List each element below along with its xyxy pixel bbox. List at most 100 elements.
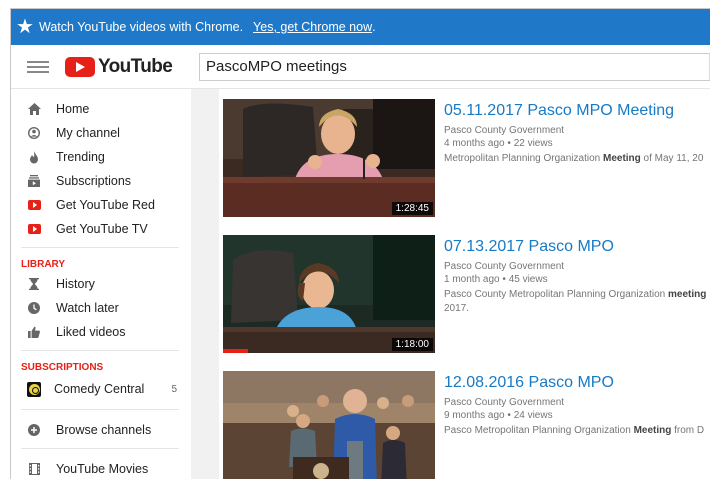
sidebar-item-trending[interactable]: Trending bbox=[11, 145, 191, 169]
sidebar-item-label: Subscriptions bbox=[56, 174, 132, 188]
library-heading: LIBRARY bbox=[21, 258, 66, 270]
sidebar-item-label: YouTube Movies bbox=[56, 462, 149, 476]
banner-period: . bbox=[372, 20, 376, 34]
subscriptions-icon bbox=[27, 174, 41, 188]
video-info: 07.13.2017 Pasco MPO Pasco County Govern… bbox=[444, 237, 710, 316]
video-duration: 1:28:45 bbox=[391, 202, 433, 215]
sidebar-divider bbox=[21, 448, 179, 449]
sidebar-item-label: Liked videos bbox=[56, 325, 126, 339]
sidebar-item-label: Comedy Central bbox=[54, 382, 145, 396]
sidebar-item-subscriptions[interactable]: Subscriptions bbox=[11, 169, 191, 193]
sidebar-item-comedy-central[interactable]: Comedy Central 5 bbox=[11, 375, 191, 403]
sidebar-item-youtube-movies[interactable]: YouTube Movies bbox=[11, 457, 191, 479]
sidebar-divider bbox=[21, 350, 179, 351]
thumbnail-image-meeting-speaker bbox=[223, 99, 435, 217]
meta-separator: • bbox=[502, 274, 506, 285]
guide-sidebar: Home My channel Trending Subscriptions G… bbox=[11, 89, 191, 479]
red-play-icon bbox=[27, 200, 41, 210]
video-thumbnail[interactable]: 1:18:00 bbox=[223, 235, 435, 353]
video-result[interactable]: 1:28:45 05.11.2017 Pasco MPO Meeting Pas… bbox=[223, 99, 710, 217]
subscriptions-heading: SUBSCRIPTIONS bbox=[21, 361, 104, 373]
plus-circle-icon bbox=[27, 423, 41, 437]
youtube-logo[interactable]: YouTube bbox=[65, 55, 173, 78]
sidebar-item-label: Browse channels bbox=[56, 423, 152, 437]
red-play-icon bbox=[27, 224, 41, 234]
video-duration: 1:18:00 bbox=[391, 338, 433, 351]
video-meta: 9 months ago • 24 views bbox=[444, 409, 710, 422]
sidebar-item-youtube-red[interactable]: Get YouTube Red bbox=[11, 193, 191, 217]
browser-frame: ★ Watch YouTube videos with Chrome. Yes,… bbox=[10, 8, 710, 479]
sidebar-item-label: Home bbox=[56, 102, 90, 116]
home-icon bbox=[27, 102, 41, 116]
sidebar-item-my-channel[interactable]: My channel bbox=[11, 121, 191, 145]
view-count: 24 views bbox=[513, 410, 553, 421]
desc-text: from D bbox=[671, 425, 705, 436]
thumbnail-image-public-comment bbox=[223, 371, 435, 479]
desc-highlight: Meeting bbox=[602, 153, 641, 164]
channel-name[interactable]: Pasco County Government bbox=[444, 396, 710, 409]
menu-icon[interactable] bbox=[27, 60, 49, 73]
thumbnail-image-meeting-speaker bbox=[223, 235, 435, 353]
sidebar-item-label: Get YouTube TV bbox=[56, 222, 148, 236]
video-title[interactable]: 07.13.2017 Pasco MPO bbox=[444, 237, 710, 257]
sidebar-item-label: Get YouTube Red bbox=[56, 198, 155, 212]
search-query: PascoMPO meetings bbox=[206, 58, 347, 75]
sidebar-item-youtube-tv[interactable]: Get YouTube TV bbox=[11, 217, 191, 241]
video-title[interactable]: 12.08.2016 Pasco MPO bbox=[444, 373, 710, 393]
search-input[interactable]: PascoMPO meetings bbox=[199, 53, 710, 81]
channel-name[interactable]: Pasco County Government bbox=[444, 124, 710, 137]
chrome-promo-banner: ★ Watch YouTube videos with Chrome. Yes,… bbox=[11, 9, 710, 45]
view-count: 22 views bbox=[513, 138, 553, 149]
flame-icon bbox=[27, 150, 41, 164]
desc-text: Pasco County Metropolitan Planning Organ… bbox=[444, 289, 669, 300]
video-result[interactable]: 12.08.2016 Pasco MPO Pasco County Govern… bbox=[223, 371, 710, 479]
banner-message: Watch YouTube videos with Chrome. bbox=[39, 20, 244, 34]
masthead: YouTube PascoMPO meetings bbox=[11, 45, 710, 89]
star-icon: ★ bbox=[16, 16, 34, 38]
comedy-central-icon bbox=[27, 381, 41, 397]
youtube-play-icon bbox=[65, 56, 95, 77]
sidebar-item-history[interactable]: History bbox=[11, 272, 191, 296]
new-video-count: 5 bbox=[171, 383, 177, 395]
sidebar-item-browse-channels[interactable]: Browse channels bbox=[11, 418, 191, 442]
search-divider bbox=[709, 54, 710, 80]
video-result[interactable]: 1:18:00 07.13.2017 Pasco MPO Pasco Count… bbox=[223, 235, 710, 353]
video-description: Metropolitan Planning Organization Meeti… bbox=[444, 152, 710, 166]
meta-separator: • bbox=[507, 138, 511, 149]
desc-text: Metropolitan Planning Organization bbox=[444, 153, 603, 164]
desc-text: Pasco Metropolitan Planning Organization bbox=[444, 425, 634, 436]
video-thumbnail[interactable] bbox=[223, 371, 435, 479]
thumbs-up-icon bbox=[27, 325, 41, 339]
sidebar-divider bbox=[21, 409, 179, 410]
video-description: Pasco Metropolitan Planning Organization… bbox=[444, 424, 710, 438]
clock-icon bbox=[27, 301, 41, 315]
hourglass-icon bbox=[27, 277, 41, 291]
sidebar-divider bbox=[21, 247, 179, 248]
film-icon bbox=[27, 462, 41, 476]
desc-text: of May 11, 20 bbox=[640, 153, 704, 164]
search-results: 1:28:45 05.11.2017 Pasco MPO Meeting Pas… bbox=[219, 89, 710, 479]
get-chrome-link[interactable]: Yes, get Chrome now bbox=[253, 20, 372, 34]
video-meta: 4 months ago • 22 views bbox=[444, 137, 710, 150]
sidebar-item-label: Trending bbox=[56, 150, 105, 164]
video-info: 12.08.2016 Pasco MPO Pasco County Govern… bbox=[444, 373, 710, 438]
desc-text: 2017. bbox=[444, 303, 470, 314]
watch-progress-bar bbox=[223, 349, 249, 353]
upload-age: 9 months ago bbox=[444, 410, 505, 421]
sidebar-item-liked-videos[interactable]: Liked videos bbox=[11, 320, 191, 344]
video-title[interactable]: 05.11.2017 Pasco MPO Meeting bbox=[444, 101, 710, 121]
view-count: 45 views bbox=[508, 274, 548, 285]
person-icon bbox=[27, 126, 41, 140]
logo-wordmark: YouTube bbox=[98, 55, 173, 77]
channel-name[interactable]: Pasco County Government bbox=[444, 260, 710, 273]
video-meta: 1 month ago • 45 views bbox=[444, 273, 710, 286]
sidebar-item-watch-later[interactable]: Watch later bbox=[11, 296, 191, 320]
meta-separator: • bbox=[507, 410, 511, 421]
sidebar-item-home[interactable]: Home bbox=[11, 97, 191, 121]
upload-age: 1 month ago bbox=[444, 274, 500, 285]
desc-highlight: Meeting bbox=[633, 425, 672, 436]
video-thumbnail[interactable]: 1:28:45 bbox=[223, 99, 435, 217]
sidebar-item-label: Watch later bbox=[56, 301, 119, 315]
sidebar-item-label: My channel bbox=[56, 126, 120, 140]
video-description: Pasco County Metropolitan Planning Organ… bbox=[444, 288, 710, 316]
